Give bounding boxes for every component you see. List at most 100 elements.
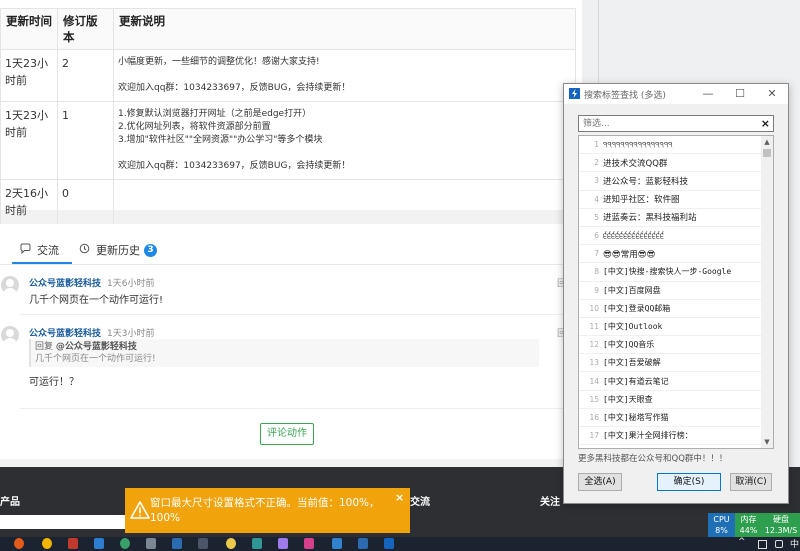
- cell-version: 1: [57, 101, 114, 180]
- tab-discussion[interactable]: 交流: [20, 238, 59, 262]
- comment-action-button[interactable]: 评论动作: [260, 423, 314, 445]
- item-number: 9: [594, 285, 599, 295]
- list-item[interactable]: 9 [中文]百度网盘: [579, 282, 761, 300]
- cell-version: 2: [57, 49, 114, 102]
- item-number: 16: [589, 412, 599, 422]
- tab-update-history[interactable]: 更新历史 3: [79, 238, 157, 262]
- list-item[interactable]: 4 进知乎社区：软件圈: [579, 191, 761, 209]
- comments-panel: 交流 更新历史 3 公众号蓝影轻科技 1天6小时前 回 几千个网页在一个动作可运…: [0, 224, 582, 459]
- avatar[interactable]: [1, 326, 19, 344]
- taskbar-app-icon[interactable]: [68, 538, 78, 549]
- scroll-down-icon[interactable]: ▼: [761, 436, 773, 448]
- taskbar-app-icon[interactable]: [304, 538, 314, 549]
- list-item[interactable]: 2 进技术交流QQ群: [579, 154, 761, 173]
- list-item[interactable]: 12 [中文]QQ音乐: [579, 336, 761, 355]
- taskbar-app-icon[interactable]: [94, 538, 104, 549]
- tray-caret-icon[interactable]: ^: [738, 537, 746, 547]
- tabs-divider: [0, 264, 582, 265]
- select-all-button[interactable]: 全选(A): [578, 473, 622, 491]
- quoted-reply: 回复 @公众号蓝影轻科技 几千个网页在一个动作可运行!: [29, 339, 539, 367]
- table-row: 2天16小时前 0: [0, 179, 576, 225]
- taskbar-app-icon[interactable]: [358, 538, 368, 549]
- dialog-titlebar[interactable]: 搜索标签查找 (多选) — ☐ ✕: [564, 84, 788, 104]
- tray-volume-icon[interactable]: [775, 540, 783, 548]
- taskbar-app-icon[interactable]: [198, 538, 208, 549]
- item-label: ੧੧੧੧੧੧੧੧੧੧੧੧੧੧੧੧: [603, 139, 673, 149]
- item-label: [中文]有道云笔记: [603, 376, 669, 386]
- list-item[interactable]: 8 [中文]快搜-搜索快人一步-Google: [579, 263, 761, 282]
- quote-author[interactable]: @公众号蓝影轻科技: [56, 342, 137, 352]
- list-item[interactable]: 3 进公众号：蓝影轻科技: [579, 172, 761, 191]
- revision-table: 更新时间 修订版本 更新说明 1天23小时前 2 小幅度更新，一些细节的调整优化…: [0, 8, 576, 225]
- comment-author[interactable]: 公众号蓝影轻科技: [29, 276, 101, 289]
- memory-value: 44%: [739, 526, 758, 535]
- taskbar-app-icon[interactable]: [332, 538, 342, 549]
- taskbar-app-icon[interactable]: [146, 538, 156, 549]
- tray-ime-icon[interactable]: 中: [790, 537, 799, 550]
- item-label: [中文]Outlook: [603, 321, 663, 331]
- item-label: [中文]吾爱破解: [603, 358, 661, 368]
- col-header-version: 修订版本: [57, 8, 114, 50]
- filter-input[interactable]: [579, 116, 757, 131]
- scroll-up-icon[interactable]: ▲: [761, 136, 773, 148]
- item-label: [中文]QQ音乐: [603, 340, 655, 350]
- taskbar-app-icon[interactable]: [14, 538, 24, 549]
- list-item[interactable]: 10 [中文]登录QQ邮箱: [579, 300, 761, 318]
- taskbar-app-icon[interactable]: [252, 538, 262, 549]
- list-item[interactable]: 5 进蓝奏云：黑科技福利站: [579, 209, 761, 227]
- toast-message: 窗口最大尺寸设置格式不正确。当前值：100%，100%: [150, 497, 380, 524]
- taskbar-app-icon[interactable]: [120, 538, 130, 549]
- item-label: [中文]天眼查: [603, 394, 653, 404]
- ok-button[interactable]: 确定(S): [657, 473, 721, 491]
- item-number: 3: [594, 176, 599, 186]
- minimize-button[interactable]: —: [692, 84, 724, 104]
- list-item[interactable]: 15 [中文]天眼查: [579, 391, 761, 409]
- item-label: 进蓝奏云：黑科技福利站: [603, 213, 697, 224]
- taskbar-app-icon[interactable]: [172, 538, 182, 549]
- taskbar-app-icon[interactable]: [384, 538, 394, 549]
- scroll-thumb[interactable]: [763, 149, 771, 157]
- memory-meter: 内存 44%: [735, 513, 762, 537]
- col-header-time: 更新时间: [0, 8, 58, 50]
- comment-tabs: 交流 更新历史 3: [20, 238, 177, 262]
- item-label: 😎😎常用😎😎: [603, 249, 656, 260]
- maximize-button[interactable]: ☐: [724, 84, 756, 104]
- list-item[interactable]: 7 😎😎常用😎😎: [579, 245, 761, 264]
- tag-listbox[interactable]: 1 ੧੧੧੧੧੧੧੧੧੧੧੧੧੧੧੧ 2 进技术交流QQ群 3 进公众号：蓝影轻科技 …: [578, 135, 774, 449]
- list-item[interactable]: 1 ੧੧੧੧੧੧੧੧੧੧੧੧੧੧੧੧: [579, 136, 761, 155]
- dialog-title: 搜索标签查找 (多选): [584, 91, 666, 101]
- cell-time: 1天23小时前: [0, 101, 58, 180]
- taskbar-app-icon[interactable]: [226, 538, 236, 549]
- system-monitor-widget: CPU 8% 内存 44% 硬盘 12.3M/S: [708, 513, 800, 537]
- list-item[interactable]: 11 [中文]Outlook: [579, 318, 761, 337]
- cell-notes: 1.修复默认浏览器打开网址（之前是edge打开） 2.优化网址列表，将软件资源部…: [113, 101, 576, 180]
- item-number: 15: [589, 394, 599, 404]
- note-line: 1.修复默认浏览器打开网址（之前是edge打开）: [118, 109, 312, 119]
- list-item[interactable]: 14 [中文]有道云笔记: [579, 372, 761, 391]
- cancel-button[interactable]: 取消(C): [730, 473, 772, 491]
- taskbar-app-icon[interactable]: [42, 538, 52, 549]
- taskbar-app-icon[interactable]: [278, 538, 288, 549]
- avatar[interactable]: [1, 276, 19, 294]
- tag-search-dialog: 搜索标签查找 (多选) — ☐ ✕ × 1੧੧੧੧੧੧੧੧੧੧੧੧੧੧੧੧ 2进…: [563, 83, 789, 504]
- close-button[interactable]: ✕: [756, 84, 788, 104]
- item-label: [中文]果汁全网排行榜：: [603, 431, 693, 441]
- list-item[interactable]: 13 [中文]吾爱破解: [579, 354, 761, 373]
- list-item[interactable]: 6 ੬੬੬੬੬੬੬੬੬੬੬੬੬੬੬: [579, 227, 761, 246]
- item-label: 进公众号：蓝影轻科技: [603, 176, 689, 187]
- comment-text: 几千个网页在一个动作可运行!: [29, 295, 164, 306]
- item-label: ੬੬੬੬੬੬੬੬੬੬੬੬੬੬੬: [603, 230, 665, 240]
- clear-filter-icon[interactable]: ×: [761, 116, 770, 131]
- comment-author[interactable]: 公众号蓝影轻科技: [29, 326, 101, 339]
- item-number: 5: [594, 212, 599, 222]
- table-row: 1天23小时前 2 小幅度更新，一些细节的调整优化！感谢大家支持! 欢迎加入qq…: [0, 49, 576, 102]
- footer-heading-products: 产品: [0, 497, 20, 508]
- list-item[interactable]: 17 [中文]果汁全网排行榜：: [579, 427, 761, 446]
- item-number: 12: [589, 340, 599, 350]
- list-item[interactable]: 16 [中文]秘塔写作猫: [579, 409, 761, 427]
- toast-close-icon[interactable]: ×: [395, 491, 404, 504]
- col-header-notes: 更新说明: [113, 8, 576, 50]
- item-label: [中文]登录QQ邮箱: [603, 303, 671, 313]
- tray-display-icon[interactable]: [758, 540, 767, 549]
- list-scrollbar[interactable]: ▲ ▼: [761, 136, 773, 448]
